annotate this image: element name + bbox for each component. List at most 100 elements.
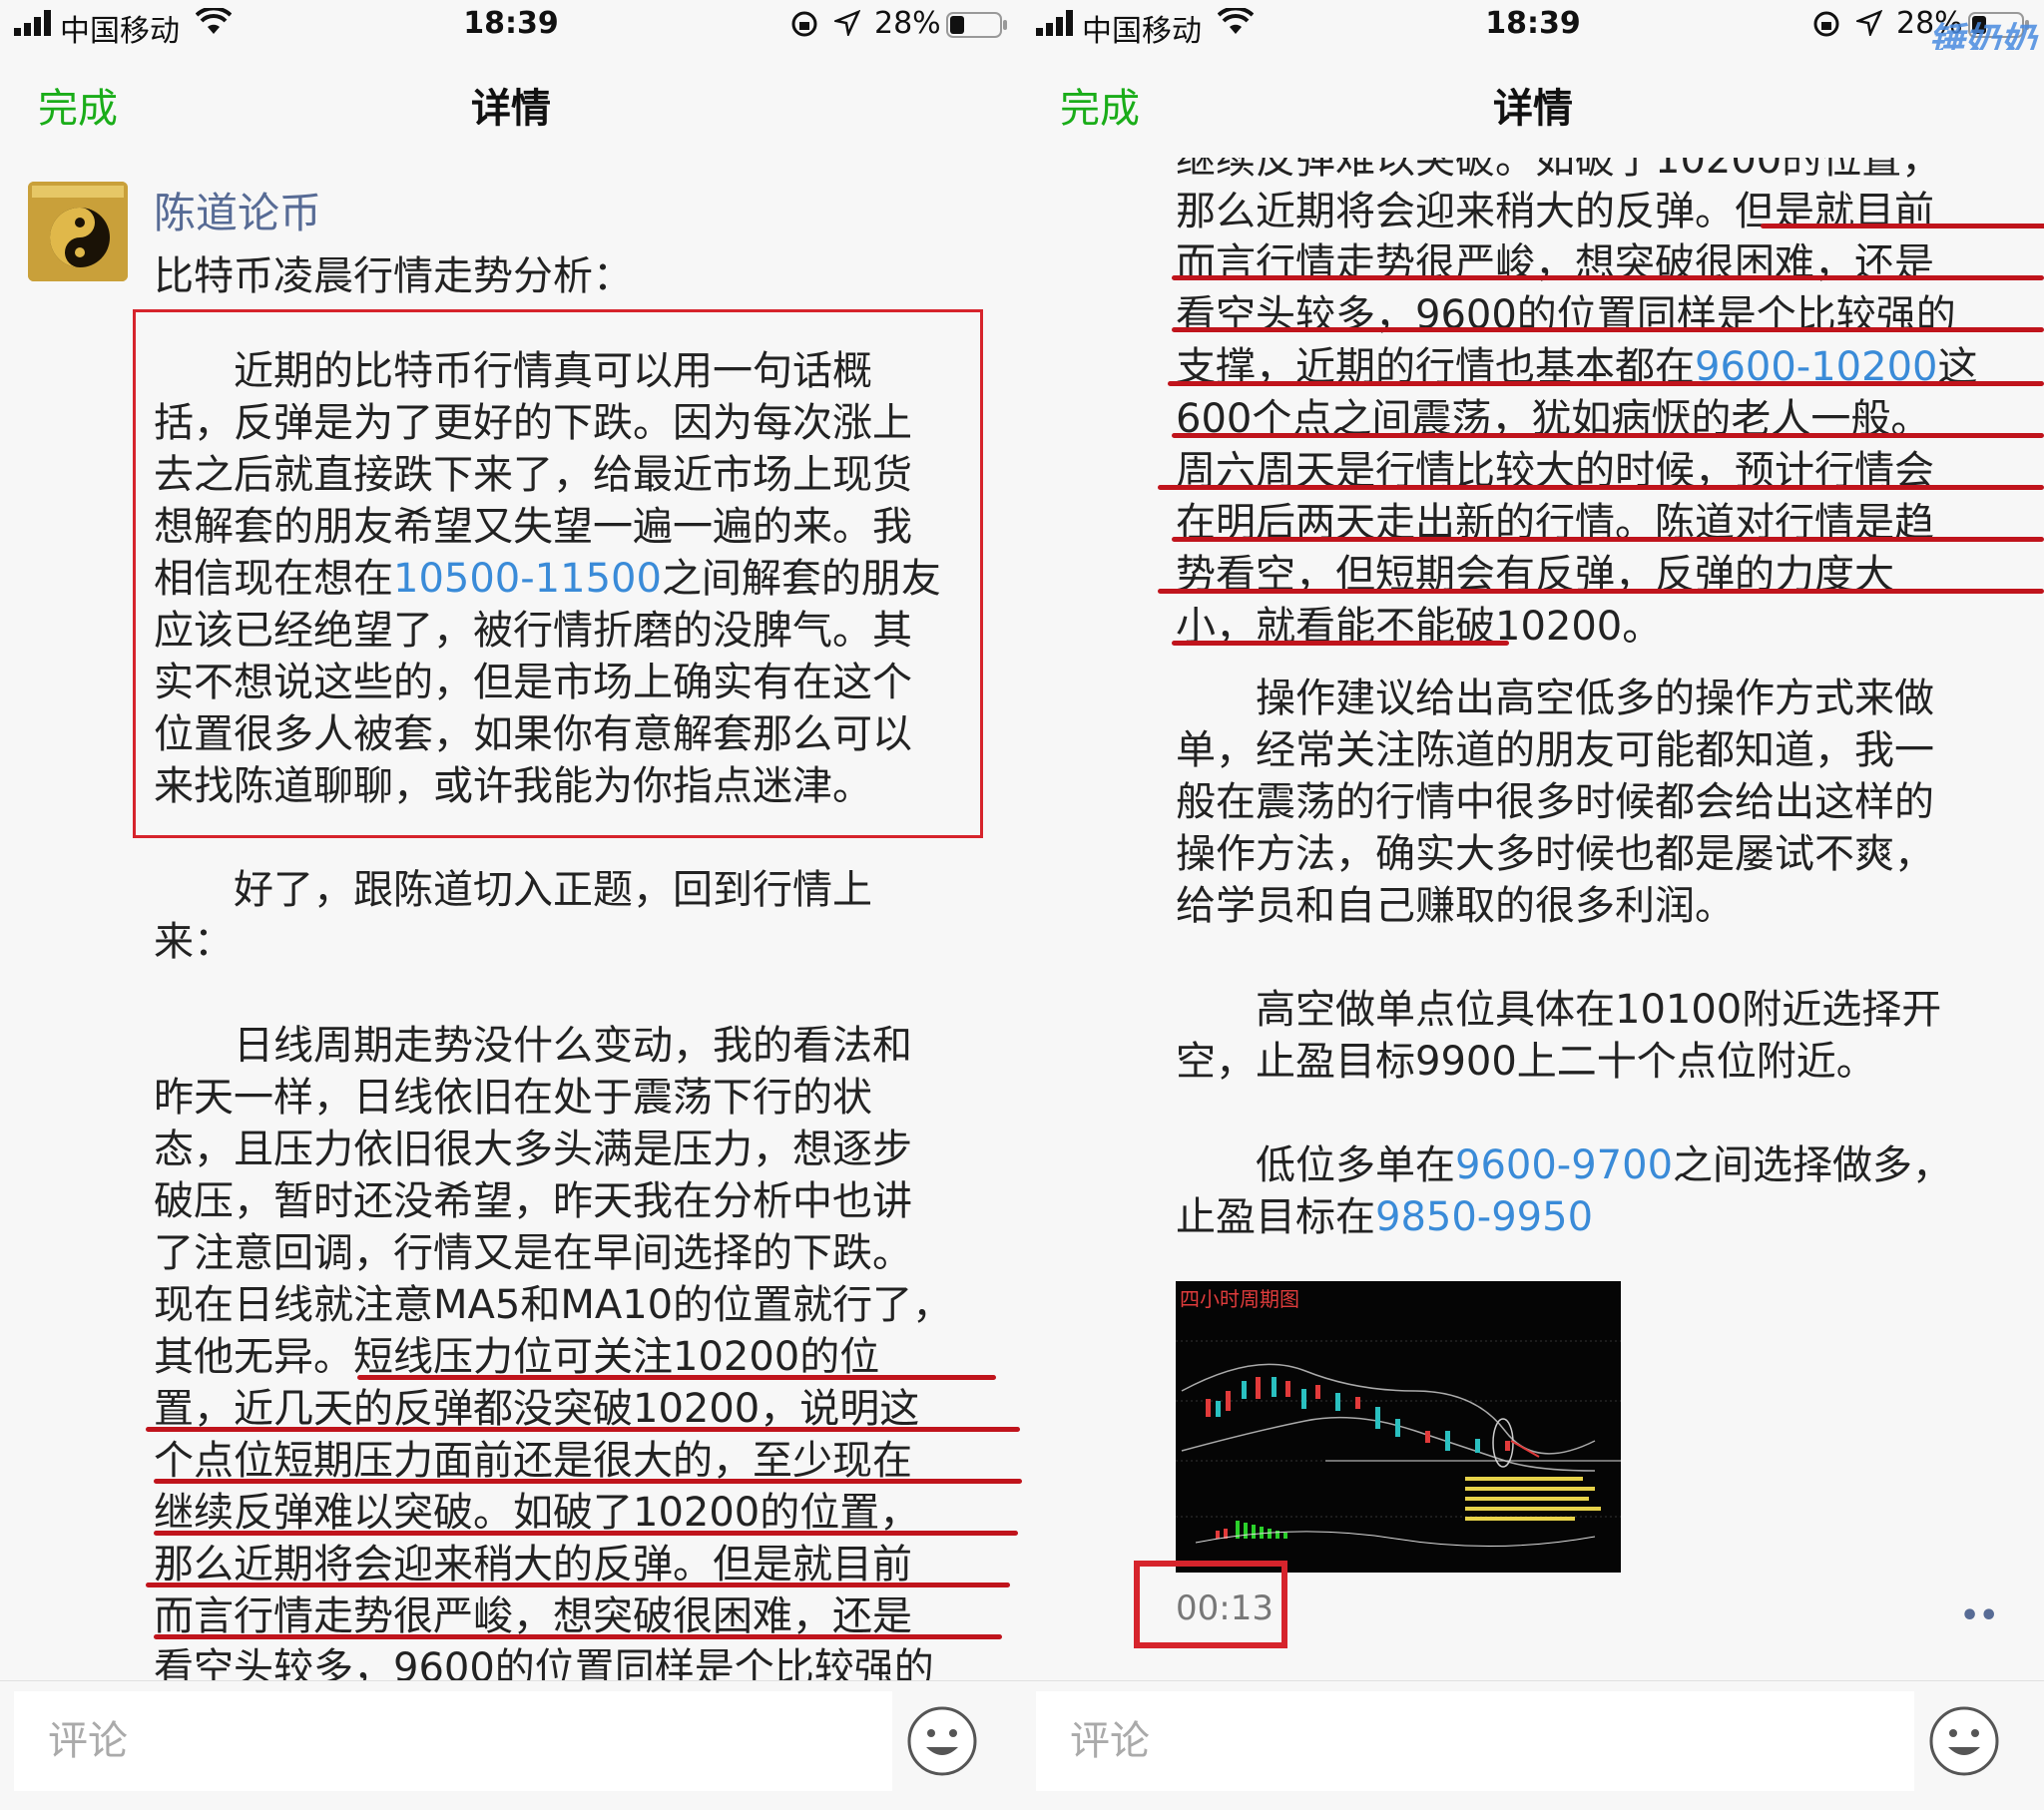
post-subtitle: 比特币凌晨行情走势分析： (154, 253, 633, 299)
status-bar: 中国移动 18:39 28% (0, 0, 1022, 50)
paragraph: 继续反弹难以突破。如破了10200的位置， 那么近期将会迎来稍大的反弹。但是就目前… (1176, 158, 1977, 653)
nav-bar: 完成 详情 (0, 50, 1022, 159)
text-segment: 那么近期将会迎来稍大的反弹。但是就目前 (154, 1542, 912, 1587)
text-segment: 继续反弹难以突破。如破了10200的位置， (154, 1490, 920, 1536)
text-segment: 好了，跟陈道切入正题，回到行情上 (154, 867, 872, 913)
price-range-link[interactable]: 10500-11500 (393, 556, 662, 602)
comment-bar (0, 1680, 1022, 1810)
avatar[interactable] (28, 182, 128, 281)
emoji-icon[interactable] (1928, 1705, 2000, 1777)
page-title: 详情 (1493, 86, 1573, 132)
comment-input[interactable] (1036, 1691, 1914, 1791)
battery-icon (946, 12, 1007, 38)
text-segment: 给学员和自己赚取的很多利润。 (1176, 883, 1735, 929)
underline-mark (146, 1427, 1020, 1432)
text-line: 给学员和自己赚取的很多利润。 (1176, 880, 1934, 932)
video-duration: 00:13 (1176, 1588, 1274, 1628)
more-options-icon[interactable]: •• (1960, 1598, 1998, 1633)
battery-percent: 28% (874, 6, 941, 41)
text-segment: 看空头较多，9600的位置同样是个比较强的 (154, 1645, 934, 1680)
text-line: 继续反弹难以突破。如破了10200的位置， (1176, 158, 1977, 186)
text-line: 高空做单点位具体在10100附近选择开 (1176, 984, 1941, 1036)
text-line: 操作建议给出高空低多的操作方式来做 (1176, 673, 1934, 724)
text-line: 态，且压力依旧很大多头满是压力，想逐步 (154, 1124, 952, 1175)
underline-mark (1158, 589, 2044, 594)
text-line: 好了，跟陈道切入正题，回到行情上 (154, 864, 872, 916)
text-line: 现在日线就注意MA5和MA10的位置就行了， (154, 1279, 952, 1331)
rotation-lock-icon (791, 11, 817, 37)
paragraph: 近期的比特币行情真可以用一句话概 括，反弹是为了更好的下跌。因为每次涨上 去之后就直… (154, 345, 941, 812)
text-line: 近期的比特币行情真可以用一句话概 (154, 345, 941, 397)
price-range-link[interactable]: 9850-9950 (1375, 1194, 1593, 1240)
text-line: 想解套的朋友希望又失望一遍一遍的来。我 (154, 501, 941, 553)
text-segment: 低位多单在 (1176, 1142, 1455, 1188)
author-name[interactable]: 陈道论币 (154, 180, 321, 240)
nav-bar: 完成 详情 (1022, 50, 2044, 159)
underline-mark (357, 1375, 996, 1380)
text-segment: 实不想说这些的，但是市场上确实有在这个 (154, 660, 912, 705)
text-segment: 括，反弹是为了更好的下跌。因为每次涨上 (154, 400, 912, 446)
text-line: 应该已经绝望了，被行情折磨的没脾气。其 (154, 605, 941, 657)
text-line: 看空头较多，9600的位置同样是个比较强的 (1176, 289, 1977, 341)
status-bar: 中国移动 18:39 28% 锤奶奶 (1022, 0, 2044, 62)
underline-mark (146, 1583, 1010, 1587)
emoji-icon[interactable] (906, 1705, 978, 1777)
underline-mark (1172, 275, 2044, 280)
text-line: 而言行情走势很严峻，想突破很困难，还是 (1176, 237, 1977, 289)
text-line: 日线周期走势没什么变动，我的看法和 (154, 1020, 952, 1072)
paragraph: 高空做单点位具体在10100附近选择开 空，止盈目标9900上二十个点位附近。 (1176, 984, 1941, 1088)
underline-mark (1168, 381, 2044, 386)
paragraph: 低位多单在9600-9700之间选择做多， 止盈目标在9850-9950 (1176, 1139, 1952, 1243)
underline-mark (1172, 433, 2044, 438)
detail-content[interactable]: 陈道论币 比特币凌晨行情走势分析： 近期的比特币行情真可以用一句话概 括，反弹是为… (0, 158, 1022, 1680)
text-segment: 操作建议给出高空低多的操作方式来做 (1176, 676, 1934, 721)
candlestick-thumbnail (1176, 1281, 1621, 1573)
text-segment: 去之后就直接跌下来了，给最近市场上现货 (154, 452, 912, 498)
rotation-lock-icon (1813, 11, 1839, 37)
chart-image[interactable]: 四小时周期图 (1176, 1281, 1621, 1573)
text-line: 来找陈道聊聊，或许我能为你指点迷津。 (154, 760, 941, 812)
comment-input[interactable] (14, 1691, 892, 1791)
text-segment: 应该已经绝望了，被行情折磨的没脾气。其 (154, 608, 912, 654)
text-segment: 而言行情走势很严峻，想突破很困难，还是 (154, 1593, 912, 1639)
text-line: 去之后就直接跌下来了，给最近市场上现货 (154, 449, 941, 501)
yin-yang-icon (28, 182, 128, 281)
text-segment: 般在震荡的行情中很多时候都会给出这样的 (1176, 779, 1934, 825)
location-icon (1856, 10, 1882, 36)
text-segment: 单，经常关注陈道的朋友可能都知道，我一 (1176, 727, 1934, 773)
clock: 18:39 (463, 6, 559, 41)
underline-mark (1172, 641, 1509, 646)
text-line: 看空头较多，9600的位置同样是个比较强的 (154, 1642, 952, 1680)
text-segment: 置，近几天的反弹都没突破10200，说明这 (154, 1386, 920, 1432)
underline-mark (154, 1479, 1022, 1484)
text-segment: 个点位短期压力面前还是很大的，至少现在 (154, 1438, 912, 1484)
text-segment: 止盈目标在 (1176, 1194, 1375, 1240)
underline-mark (1172, 327, 2044, 332)
text-segment: 之间解套的朋友 (661, 556, 941, 602)
underline-mark (1158, 485, 2044, 490)
text-line: 实不想说这些的，但是市场上确实有在这个 (154, 657, 941, 708)
text-line: 操作方法，确实大多时候也都是屡试不爽， (1176, 828, 1934, 880)
underline-mark (1761, 224, 2044, 228)
text-line: 单，经常关注陈道的朋友可能都知道，我一 (1176, 724, 1934, 776)
text-segment: 来： (154, 919, 234, 965)
paragraph: 日线周期走势没什么变动，我的看法和 昨天一样，日线依旧在处于震荡下行的状 态，且压力… (154, 1020, 952, 1680)
detail-content[interactable]: 继续反弹难以突破。如破了10200的位置， 那么近期将会迎来稍大的反弹。但是就目前… (1022, 158, 2044, 1680)
text-line: 括，反弹是为了更好的下跌。因为每次涨上 (154, 397, 941, 449)
location-icon (834, 10, 860, 36)
text-segment: 相信现在想在 (154, 556, 393, 602)
text-segment: 位置很多人被套，如果你有意解套那么可以 (154, 711, 912, 757)
text-segment: 态，且压力依旧很大多头满是压力，想逐步 (154, 1127, 912, 1172)
text-line: 空，止盈目标9900上二十个点位附近。 (1176, 1036, 1941, 1088)
text-segment: 昨天一样，日线依旧在处于震荡下行的状 (154, 1075, 872, 1121)
right-screenshot: 中国移动 18:39 28% 锤奶奶 完成 详情 继续反弹难以突破。如破了102… (1022, 0, 2044, 1810)
left-screenshot: 中国移动 18:39 28% 完成 详情 陈道论币 比特币凌晨行情走势分析： 近… (0, 0, 1022, 1810)
text-line: 来： (154, 916, 872, 968)
chart-label: 四小时周期图 (1180, 1287, 1299, 1311)
text-line: 破压，暂时还没希望，昨天我在分析中也讲 (154, 1175, 952, 1227)
text-line: 昨天一样，日线依旧在处于震荡下行的状 (154, 1072, 952, 1124)
text-segment: 近期的比特币行情真可以用一句话概 (154, 348, 872, 394)
text-line: 般在震荡的行情中很多时候都会给出这样的 (1176, 776, 1934, 828)
text-segment: 现在日线就注意MA5和MA10的位置就行了， (154, 1282, 953, 1328)
price-range-link[interactable]: 9600-9700 (1455, 1142, 1673, 1188)
